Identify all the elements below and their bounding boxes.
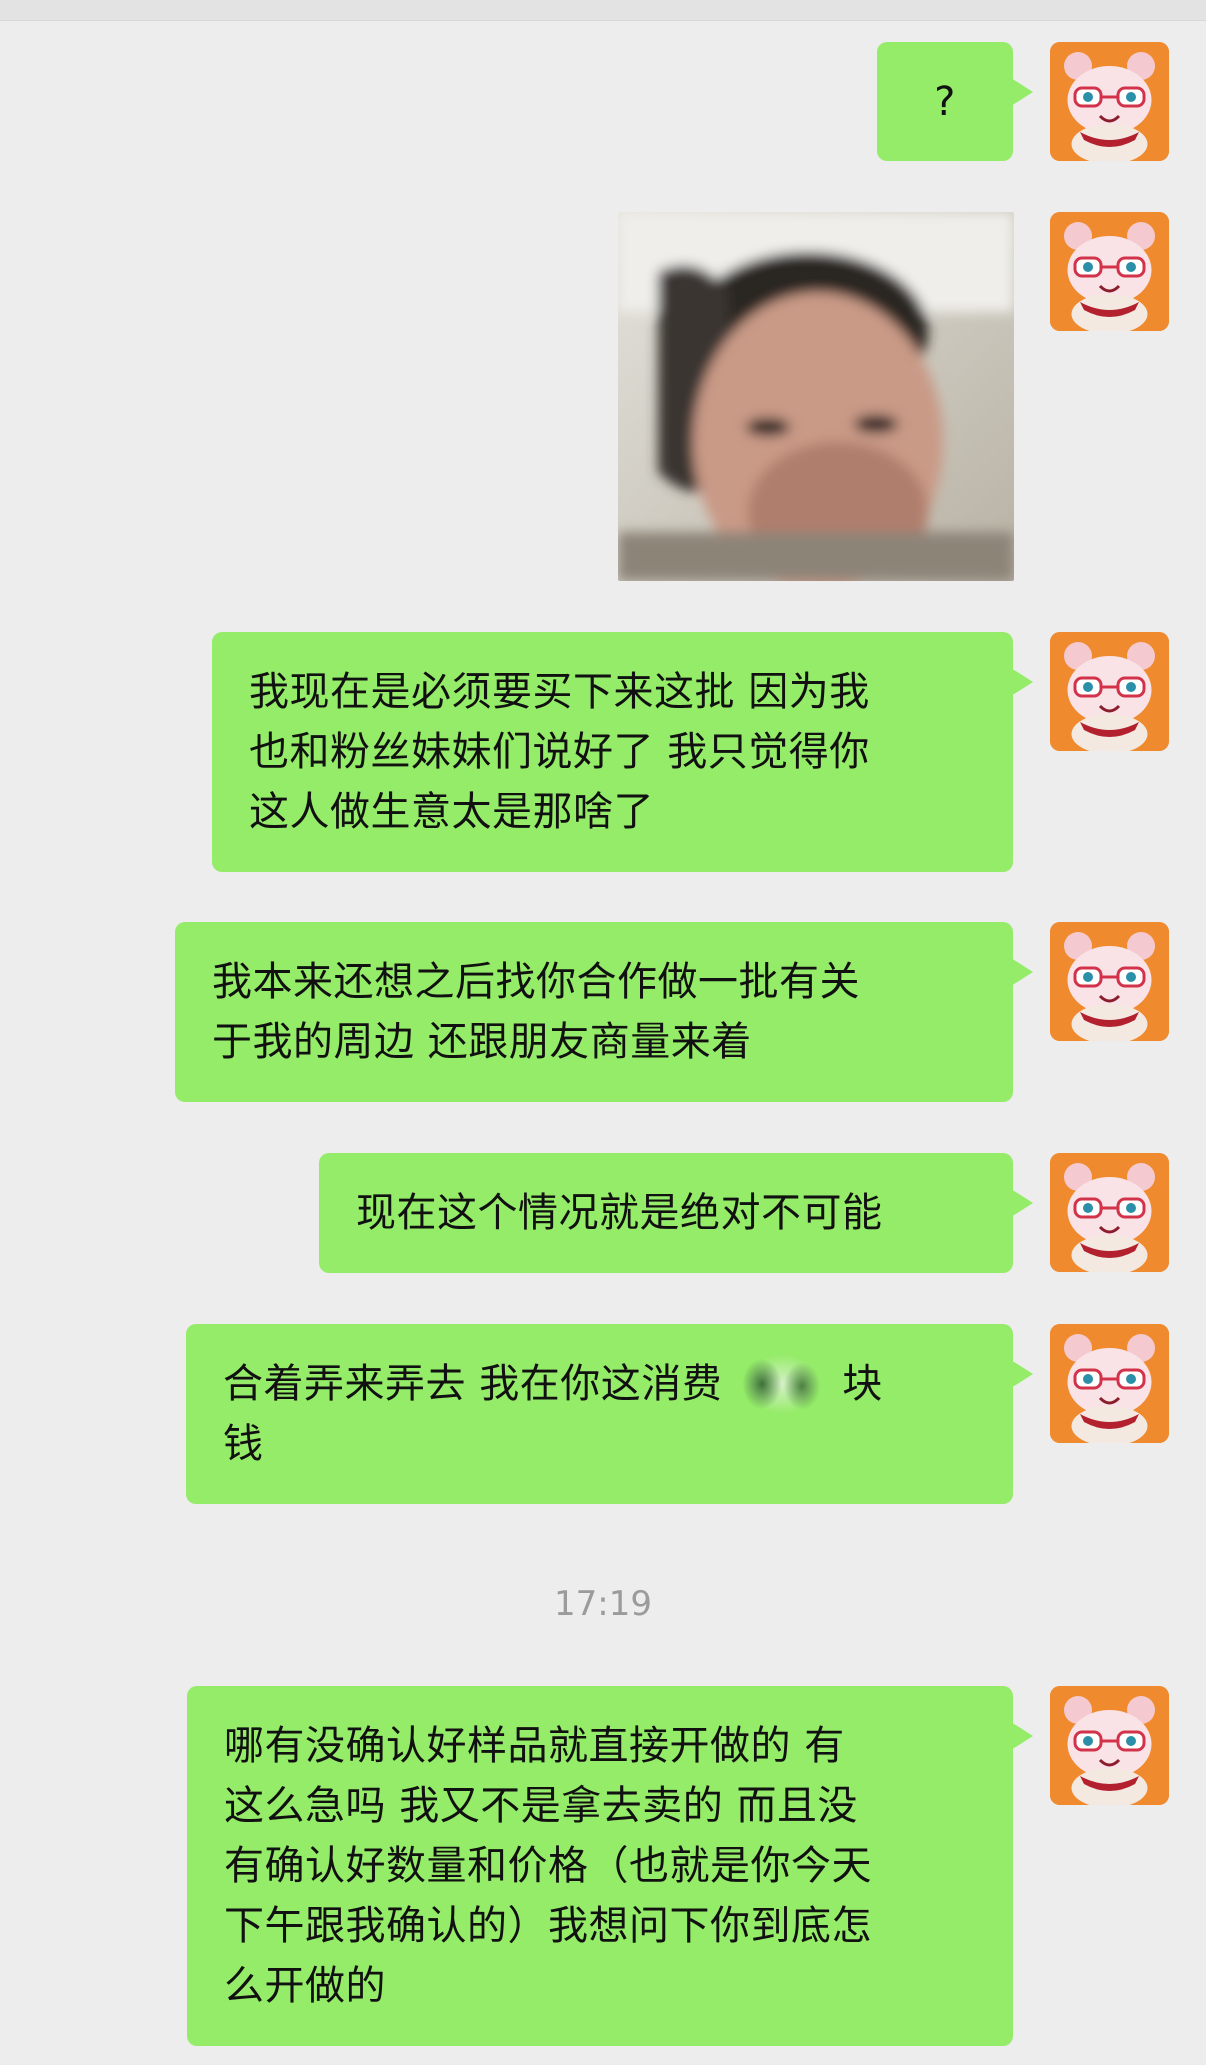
message-bubble[interactable]: 合着弄来弄去 我在你这消费 块 钱 (186, 1324, 1033, 1504)
message-text: 有确认好数量和价格（也就是你今天 (224, 1843, 872, 1889)
avatar[interactable] (1050, 922, 1169, 1041)
message-text: 现在这个情况就是绝对不可能 (356, 1190, 883, 1236)
bear-with-glasses-avatar-icon (1050, 212, 1169, 331)
message-text: 也和粉丝妹妹们说好了 我只觉得你 (249, 729, 870, 775)
message-text: 么开做的 (224, 1963, 386, 2009)
top-divider (0, 0, 1206, 21)
avatar[interactable] (1050, 1324, 1169, 1443)
avatar[interactable] (1050, 632, 1169, 751)
avatar[interactable] (1050, 1153, 1169, 1272)
avatar[interactable] (1050, 1686, 1169, 1805)
message-text: 于我的周边 还跟朋友商量来着 (212, 1019, 752, 1065)
message-bubble[interactable]: 我本来还想之后找你合作做一批有关 于我的周边 还跟朋友商量来着 (175, 922, 1033, 1102)
bear-with-glasses-avatar-icon (1050, 42, 1169, 161)
message-text-line: 合着弄来弄去 我在你这消费 块 (223, 1354, 976, 1414)
message-text: 我现在是必须要买下来这批 因为我 (249, 669, 870, 715)
bear-with-glasses-avatar-icon (1050, 922, 1169, 1041)
redacted-amount (722, 1354, 843, 1414)
message-text: 这么急吗 我又不是拿去卖的 而且没 (224, 1783, 858, 1829)
timestamp: 17:19 (554, 1584, 652, 1624)
message-text: 下午跟我确认的）我想问下你到底怎 (224, 1903, 872, 1949)
avatar[interactable] (1050, 42, 1169, 161)
message-text: ? (934, 79, 956, 125)
bear-with-glasses-avatar-icon (1050, 1324, 1169, 1443)
bear-with-glasses-avatar-icon (1050, 1153, 1169, 1272)
bear-with-glasses-avatar-icon (1050, 1686, 1169, 1805)
photo-thumbnail (618, 212, 1014, 581)
message-bubble[interactable]: 我现在是必须要买下来这批 因为我 也和粉丝妹妹们说好了 我只觉得你 这人做生意太… (212, 632, 1033, 872)
avatar[interactable] (1050, 212, 1169, 331)
photo-message[interactable] (618, 212, 1014, 581)
message-text: 我本来还想之后找你合作做一批有关 (212, 959, 860, 1005)
message-text: 钱 (223, 1421, 264, 1467)
message-bubble[interactable]: ? (877, 42, 1033, 161)
message-bubble[interactable]: 哪有没确认好样品就直接开做的 有 这么急吗 我又不是拿去卖的 而且没 有确认好数… (187, 1686, 1033, 2046)
message-text: 块 (842, 1361, 883, 1407)
bear-with-glasses-avatar-icon (1050, 632, 1169, 751)
message-text: 合着弄来弄去 我在你这消费 (223, 1361, 723, 1407)
message-text: 哪有没确认好样品就直接开做的 有 (224, 1723, 845, 1769)
message-text: 这人做生意太是那啥了 (249, 789, 654, 835)
message-bubble[interactable]: 现在这个情况就是绝对不可能 (319, 1153, 1033, 1273)
